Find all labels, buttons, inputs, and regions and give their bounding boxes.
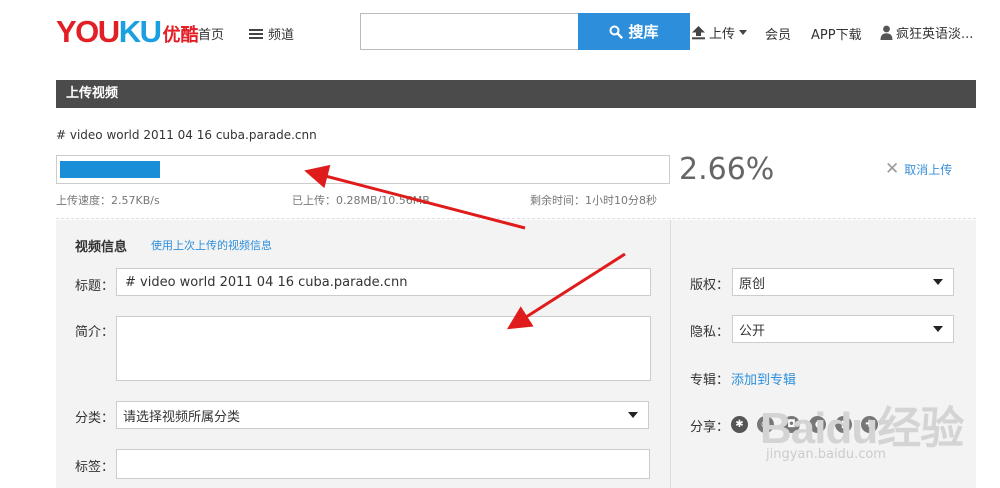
uploaded-size: 已上传：0.28MB/10.56MB	[292, 194, 430, 207]
search-button[interactable]: 搜库	[578, 13, 690, 50]
menu-icon	[249, 27, 263, 41]
share-weibo-icon[interactable]: ✱	[731, 416, 748, 433]
dropdown-arrow-icon	[933, 279, 943, 285]
upload-menu[interactable]: 上传	[691, 23, 748, 42]
upload-progress-bar	[56, 155, 670, 184]
chevron-down-icon	[739, 30, 748, 35]
upload-icon	[692, 26, 705, 40]
privacy-label: 隐私：	[690, 325, 730, 340]
cancel-upload-label: 取消上传	[904, 163, 953, 177]
close-icon: ✕	[885, 159, 900, 179]
category-label: 分类：	[75, 411, 115, 426]
dropdown-arrow-icon	[628, 412, 638, 418]
youku-logo[interactable]: YOUKU 优酷	[56, 16, 198, 47]
upload-label: 上传	[709, 27, 736, 42]
privacy-select[interactable]: 公开	[732, 315, 954, 343]
user-name: 疯狂英语淡...	[896, 27, 974, 42]
copyright-select-value: 原创	[739, 276, 766, 292]
logo-you: YOU	[56, 14, 120, 49]
dropdown-arrow-icon	[933, 326, 943, 332]
category-select-value: 请选择视频所属分类	[123, 409, 241, 425]
watermark-url: jingyan.baidu.com	[766, 447, 886, 462]
intro-field[interactable]	[116, 316, 651, 381]
logo-ku: KU	[118, 14, 162, 49]
watermark-brand: Baidu经验	[760, 404, 964, 453]
title-field[interactable]	[116, 268, 651, 296]
title-label: 标题：	[75, 279, 115, 294]
use-last-info-link[interactable]: 使用上次上传的视频信息	[151, 237, 272, 253]
album-label: 专辑：	[690, 373, 730, 388]
add-to-album-link[interactable]: 添加到专辑	[731, 369, 796, 388]
upload-percent: 2.66%	[679, 152, 775, 187]
video-info-heading: 视频信息	[75, 240, 128, 255]
user-icon	[880, 25, 893, 40]
member-link[interactable]: 会员	[765, 24, 791, 43]
nav-channel-link[interactable]: 频道	[249, 24, 294, 43]
nav-home-link[interactable]: 首页	[198, 24, 224, 43]
share-label: 分享：	[690, 420, 730, 435]
divider	[56, 218, 976, 219]
user-menu[interactable]: 疯狂英语淡...	[880, 23, 973, 42]
upload-file-name: # video world 2011 04 16 cuba.parade.cnn	[56, 128, 317, 142]
logo-chinese: 优酷	[162, 24, 199, 46]
app-download-link[interactable]: APP下载	[811, 24, 862, 43]
upload-progress-fill	[60, 161, 160, 178]
upload-speed: 上传速度：2.57KB/s	[56, 194, 160, 207]
tags-field[interactable]	[116, 449, 650, 479]
search-button-label: 搜库	[628, 23, 659, 41]
search-input[interactable]	[360, 13, 578, 50]
cancel-upload-button[interactable]: ✕ 取消上传	[885, 161, 952, 178]
search-icon	[609, 25, 624, 39]
page-title: 上传视频	[56, 80, 976, 108]
tags-label: 标签：	[75, 460, 115, 475]
copyright-select[interactable]: 原创	[732, 268, 954, 296]
intro-label: 简介：	[75, 325, 115, 340]
copyright-label: 版权：	[690, 278, 730, 293]
nav-channel-label: 频道	[268, 28, 295, 43]
category-select[interactable]: 请选择视频所属分类	[116, 401, 649, 429]
privacy-select-value: 公开	[739, 323, 766, 339]
remaining-time: 剩余时间：1小时10分8秒	[530, 194, 657, 207]
